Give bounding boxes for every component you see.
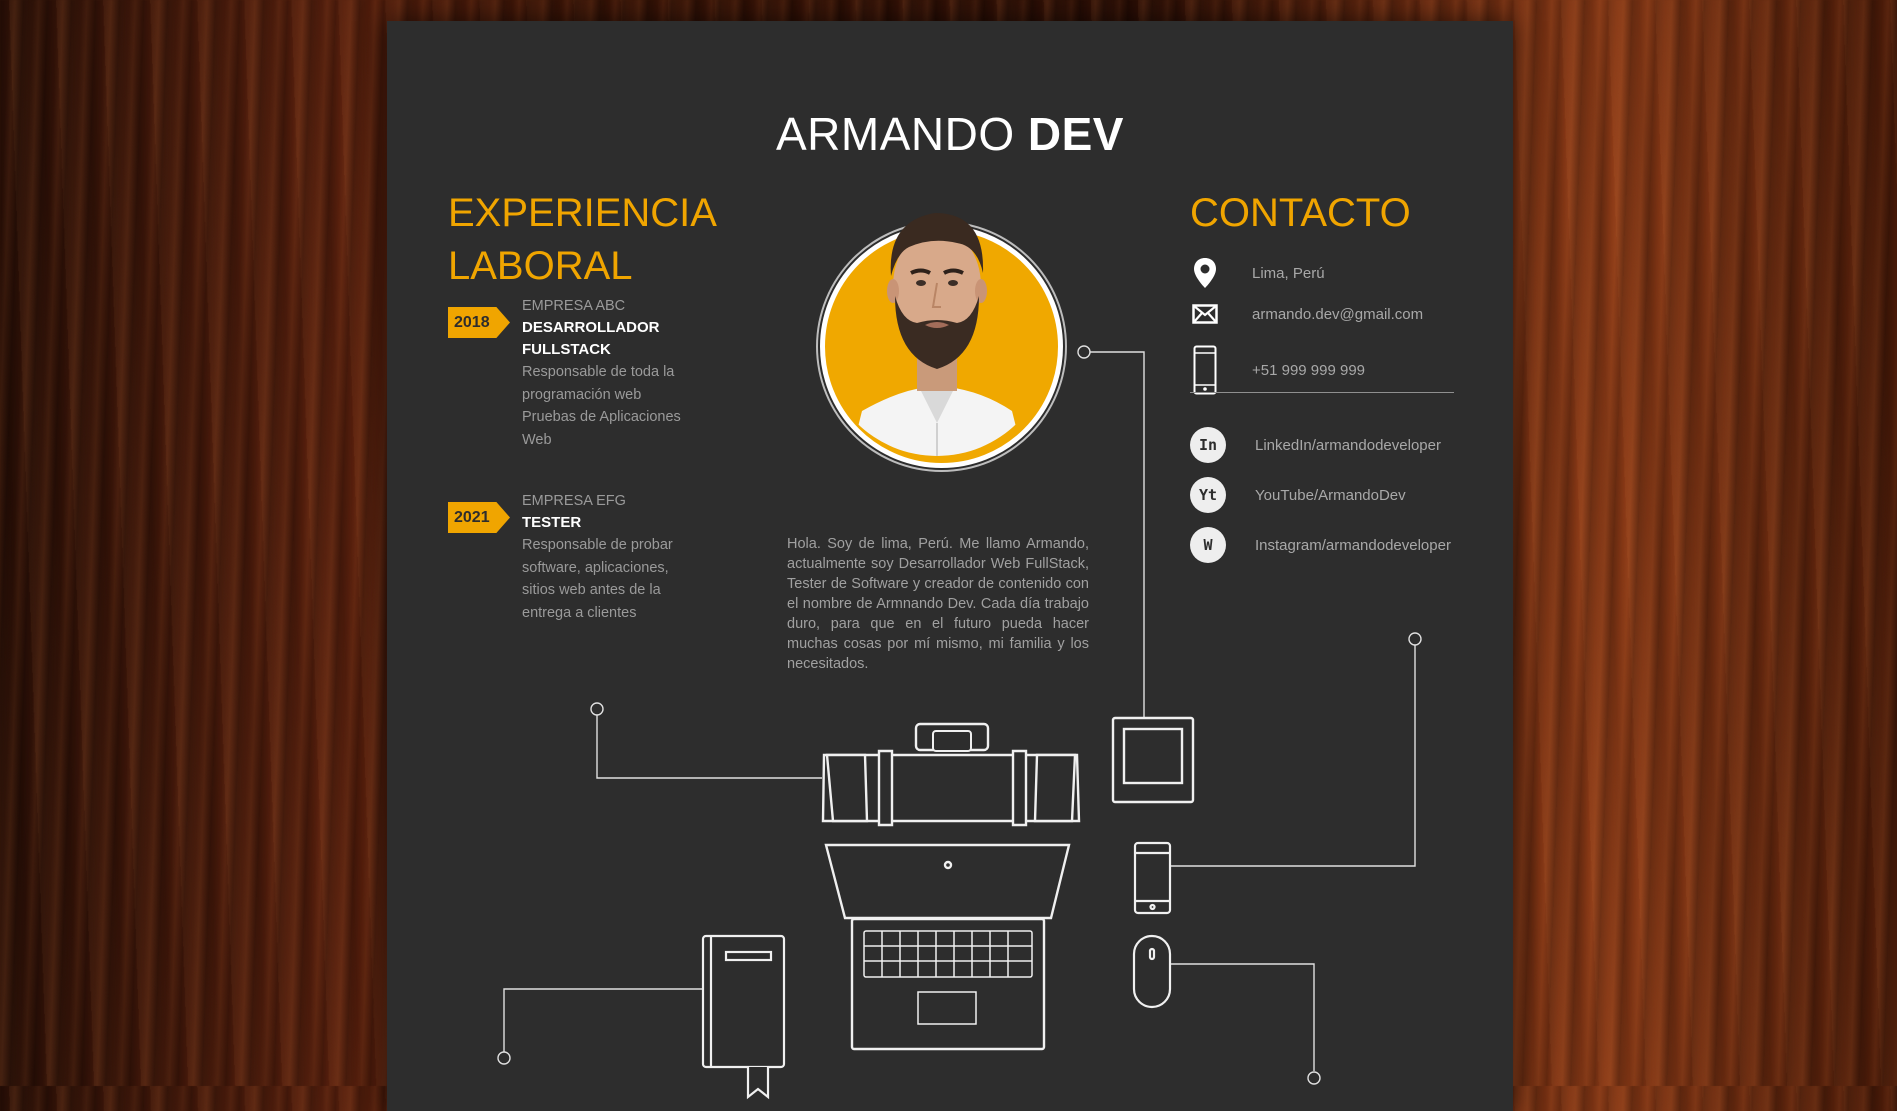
mouse-icon: [1132, 934, 1172, 1009]
notebook-icon: [701, 934, 786, 1100]
desk-illustration: [497, 345, 1422, 1100]
briefcase-icon: [821, 722, 1081, 827]
tablet-icon: [1111, 716, 1195, 804]
phone-icon: [1133, 841, 1172, 915]
laptop-icon: [824, 843, 1071, 1051]
resume-sheet: ARMANDO DEV EXPERIENCIA LABORAL 2018 EMP…: [387, 21, 1513, 1111]
